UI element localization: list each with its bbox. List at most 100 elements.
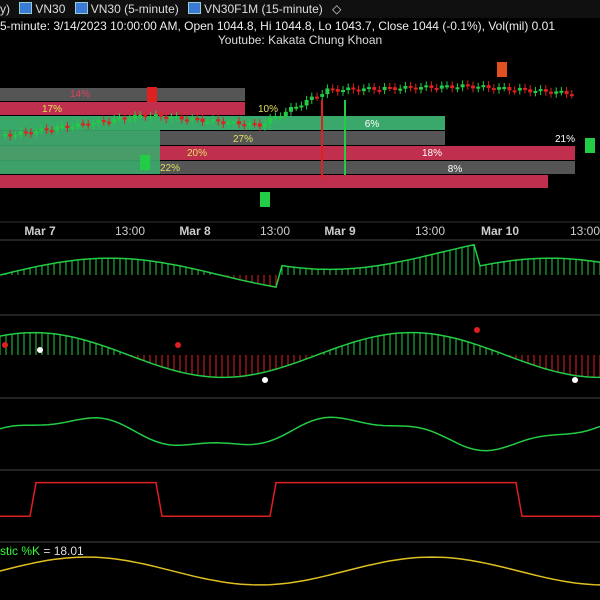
date-tick-label: 13:00 — [115, 224, 145, 238]
candle-body — [112, 119, 117, 123]
candle-body — [273, 116, 278, 119]
candle-body — [60, 125, 65, 128]
candle-body — [122, 117, 127, 120]
candle-body — [543, 89, 548, 92]
candle-body — [315, 96, 319, 99]
candle-body — [330, 88, 335, 91]
candle-body — [341, 90, 345, 93]
stochastic-value: 18.01 — [53, 544, 84, 558]
candle-body — [205, 121, 210, 124]
candle-body — [309, 96, 314, 100]
indicator-line — [0, 481, 600, 517]
indicator-panel-1 — [0, 239, 600, 288]
candle-body — [34, 130, 39, 134]
candle-body — [39, 128, 44, 131]
candle-body — [18, 131, 23, 135]
candle-body — [554, 91, 559, 94]
candle-body — [372, 87, 377, 90]
candle-body — [263, 123, 267, 127]
candle-body — [133, 115, 137, 119]
candle-body — [434, 87, 439, 90]
candle-body — [164, 116, 169, 120]
profile-label: 17% — [42, 104, 62, 115]
candle-body — [424, 85, 429, 88]
candle-body — [382, 86, 387, 91]
candle-body — [268, 117, 273, 124]
sell-signal-icon — [147, 87, 157, 102]
date-tick-label: 13:00 — [570, 224, 600, 238]
candle-body — [200, 118, 205, 122]
candle-body — [153, 114, 158, 117]
candle-body — [533, 90, 538, 93]
candle-body — [393, 87, 397, 90]
candle-body — [294, 106, 299, 109]
candle-body — [377, 89, 382, 92]
candle-body — [465, 84, 470, 87]
profile-bar — [0, 175, 548, 188]
candle-body — [117, 117, 122, 120]
candle-body — [320, 94, 325, 97]
candle-body — [528, 89, 533, 93]
candle-body — [491, 88, 496, 91]
candle-body — [55, 126, 59, 131]
candle-body — [44, 128, 49, 131]
candle-body — [497, 87, 501, 90]
candle-body — [486, 85, 491, 89]
date-tick-label: Mar 7 — [24, 224, 56, 238]
candle-body — [471, 85, 475, 89]
candle-body — [325, 88, 330, 95]
candle-body — [398, 88, 403, 91]
candle-body — [179, 116, 184, 120]
candle-body — [75, 123, 80, 127]
candle-body — [91, 123, 96, 126]
candle-body — [169, 117, 174, 120]
candle-body — [564, 90, 569, 95]
date-tick-label: Mar 9 — [324, 224, 356, 238]
indicator-line — [0, 556, 600, 586]
stochastic-sep: = — [40, 544, 54, 558]
candle-body — [502, 87, 507, 90]
candle-body — [231, 121, 236, 124]
candle-body — [237, 121, 241, 125]
candle-body — [517, 87, 522, 91]
profile-label: 21% — [555, 134, 575, 145]
chart-canvas[interactable]: 14%17% 10%6%27% 21%20% 18%22% 8% Mar 7 13:00 M… — [0, 0, 600, 600]
candle-body — [356, 89, 361, 92]
candle-body — [481, 85, 486, 88]
profile-label: 18% — [422, 148, 442, 159]
candle-body — [86, 123, 91, 126]
candle-body — [335, 89, 340, 92]
candle-body — [159, 114, 163, 117]
candle-body — [429, 85, 434, 88]
candle-body — [403, 85, 408, 89]
candle-body — [413, 87, 418, 90]
candle-body — [216, 119, 221, 122]
date-tick-label: 13:00 — [415, 224, 445, 238]
candle-body — [445, 85, 449, 88]
candle-body — [211, 119, 215, 122]
candle-body — [252, 123, 257, 126]
stochastic-name: stic %K — [0, 544, 41, 558]
indicator-marker — [37, 347, 43, 353]
indicator-marker — [262, 377, 268, 383]
profile-label: 14% — [70, 89, 90, 100]
candle-body — [190, 117, 195, 121]
stochastic-panel — [0, 541, 600, 586]
candle-body — [174, 116, 179, 119]
candle-body — [367, 87, 371, 90]
candle-body — [257, 123, 262, 127]
candle-body — [101, 120, 106, 123]
candle-body — [107, 121, 111, 124]
candle-body — [49, 130, 54, 133]
candle-body — [559, 90, 564, 93]
candle-body — [299, 105, 304, 108]
profile-label: 6% — [365, 119, 380, 130]
candle-body — [96, 120, 101, 124]
candle-body — [304, 99, 309, 106]
candle-body — [450, 85, 455, 89]
indicator-marker — [175, 342, 181, 348]
candle-body — [70, 126, 75, 129]
candle-body — [289, 107, 293, 112]
candle-body — [242, 124, 247, 127]
buy-signal-icon — [140, 155, 150, 170]
